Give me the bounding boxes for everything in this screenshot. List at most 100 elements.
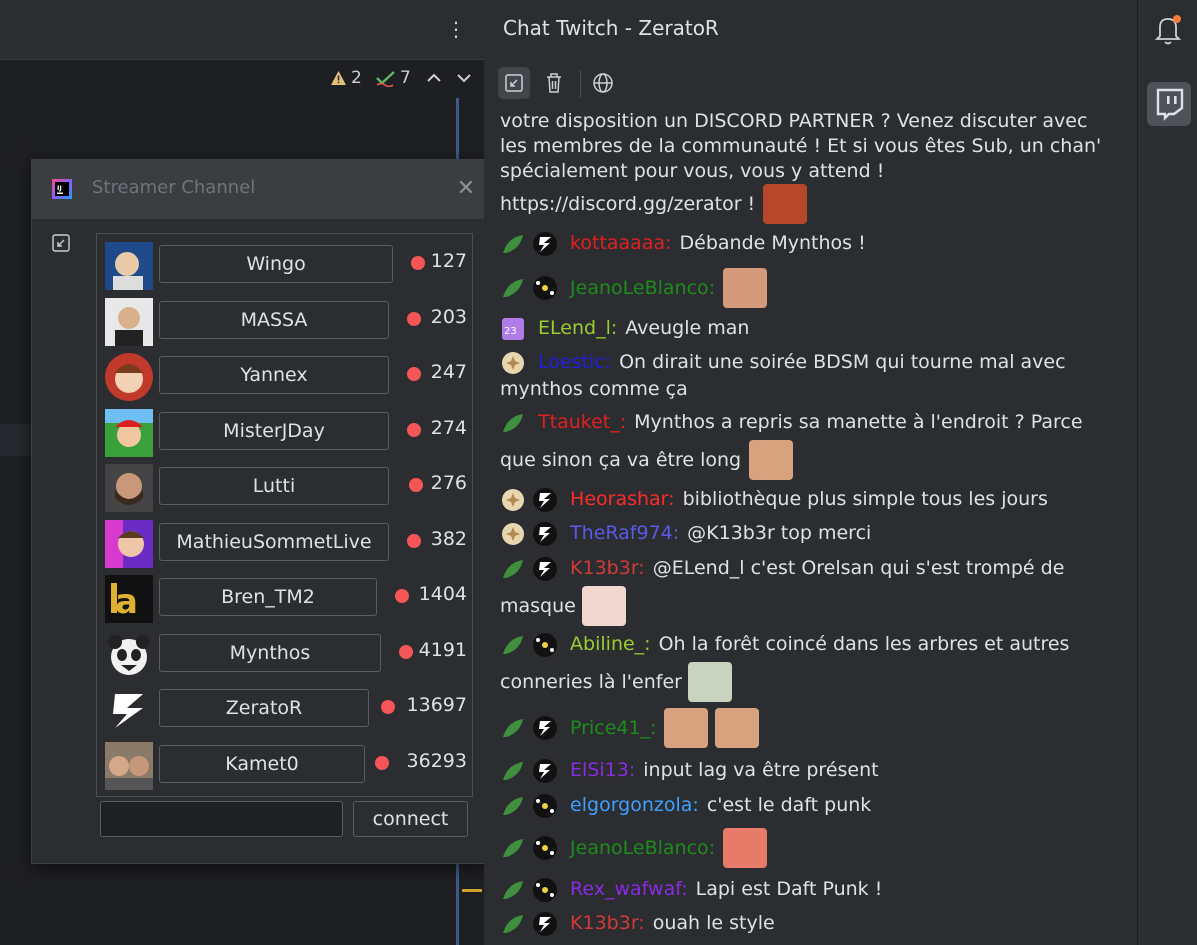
avatar: a xyxy=(105,575,153,623)
avatar xyxy=(105,686,153,734)
streamer-button[interactable]: Yannex xyxy=(159,356,389,394)
message-text: Mynthos a repris sa manette à l'endroit … xyxy=(634,411,1083,433)
username[interactable]: JeanoLeBlanco: xyxy=(570,277,715,299)
username[interactable]: Ttauket_: xyxy=(538,411,626,433)
twitch-icon[interactable] xyxy=(1147,82,1191,126)
username[interactable]: K13b3r: xyxy=(570,557,645,579)
toolbar-separator xyxy=(580,70,581,98)
warnings-indicator[interactable]: 2 xyxy=(330,68,362,88)
avatar xyxy=(105,298,153,346)
viewer-count: 203 xyxy=(430,306,467,328)
zerator-badge-icon xyxy=(533,556,557,581)
message-text: On dirait une soirée BDSM qui tourne mal… xyxy=(619,351,1066,373)
svg-text:23: 23 xyxy=(504,326,517,337)
streamer-row: Wingo 127 xyxy=(105,242,467,292)
live-indicator xyxy=(407,367,421,381)
username[interactable]: ElSi13: xyxy=(570,759,635,781)
username[interactable]: TheRaf974: xyxy=(570,522,679,544)
username[interactable]: JeanoLeBlanco: xyxy=(570,837,715,859)
live-indicator xyxy=(407,423,421,437)
chat-message: Rex_wafwaf: Lapi est Daft Punk ! xyxy=(500,876,1120,903)
emote-icon xyxy=(714,708,759,748)
collapse-arrow-icon[interactable] xyxy=(498,67,530,99)
channel-input[interactable] xyxy=(100,801,343,837)
streamer-row: a Bren_TM2 1404 xyxy=(105,575,467,625)
chat-message: JeanoLeBlanco: xyxy=(500,268,1120,312)
notification-bell-icon[interactable] xyxy=(1152,12,1184,46)
username[interactable]: Abiline_: xyxy=(570,633,651,655)
emote-icon xyxy=(664,708,709,748)
live-indicator xyxy=(381,700,395,714)
emote-icon xyxy=(749,440,794,480)
chat-message: Heorashar: bibliothèque plus simple tous … xyxy=(500,486,1120,513)
username[interactable]: kottaaaaa: xyxy=(570,232,671,254)
calendar-badge-icon: 23 xyxy=(502,317,524,340)
message-text: Aveugle man xyxy=(625,317,750,339)
warning-marker xyxy=(462,889,482,892)
connect-button[interactable]: connect xyxy=(353,801,468,837)
streamer-button[interactable]: Wingo xyxy=(159,245,393,283)
message-text: Débande Mynthos ! xyxy=(679,232,866,254)
streamer-button[interactable]: MathieuSommetLive xyxy=(159,523,389,561)
live-indicator xyxy=(395,589,409,603)
username[interactable]: Loestic: xyxy=(538,351,611,373)
username[interactable]: Rex_wafwaf: xyxy=(570,878,688,900)
username[interactable]: ELend_l: xyxy=(538,317,617,339)
streamer-list[interactable]: Wingo 127 MASSA 203 Yannex 247 MisterJDa… xyxy=(96,233,473,797)
streamer-button[interactable]: Mynthos xyxy=(159,634,381,672)
globe-icon[interactable] xyxy=(587,67,619,99)
chat-message: Ttauket_: Mynthos a repris sa manette à l… xyxy=(500,409,1120,436)
close-icon[interactable]: ✕ xyxy=(454,177,478,201)
streamer-row: MASSA 203 xyxy=(105,298,467,348)
sparkle-badge-icon xyxy=(533,836,557,860)
streamer-button[interactable]: Bren_TM2 xyxy=(159,578,377,616)
viewer-count: 4191 xyxy=(418,639,467,661)
chat-message: K13b3r: ouah le style xyxy=(500,910,1120,937)
tool-window-strip xyxy=(1137,0,1197,945)
chat-messages[interactable]: votre disposition un DISCORD PARTNER ? V… xyxy=(484,108,1137,945)
zerator-badge-icon xyxy=(533,521,557,546)
streamer-button[interactable]: ZeratoR xyxy=(159,689,369,727)
coin-badge-icon xyxy=(502,351,524,374)
coin-badge-icon xyxy=(502,522,524,545)
emote-icon xyxy=(723,268,768,308)
more-options-icon[interactable]: ⋮ xyxy=(446,14,466,44)
chat-message: https://discord.gg/zerator ! xyxy=(500,184,1120,224)
chat-message-text: mynthos comme ça xyxy=(500,378,688,400)
live-indicator xyxy=(399,645,413,659)
streamer-row: MathieuSommetLive 382 xyxy=(105,520,467,570)
username[interactable]: elgorgonzola: xyxy=(570,794,699,816)
chat-link[interactable]: https://discord.gg/zerator ! xyxy=(500,191,755,217)
emote-icon xyxy=(763,184,808,224)
live-indicator xyxy=(407,312,421,326)
streamer-row: MisterJDay 274 xyxy=(105,409,467,459)
leaf-badge-icon xyxy=(503,719,523,737)
message-text: Oh la forêt coincé dans les arbres et au… xyxy=(658,633,1070,655)
emote-icon xyxy=(723,828,768,868)
checks-indicator[interactable]: 7 xyxy=(376,68,411,88)
chat-message: ElSi13: input lag va être présent xyxy=(500,757,1120,784)
streamer-button[interactable]: MisterJDay xyxy=(159,412,389,450)
checks-count: 7 xyxy=(400,68,411,88)
trash-icon[interactable] xyxy=(538,67,570,99)
svg-text:IJ: IJ xyxy=(57,184,62,192)
zerator-badge-icon xyxy=(533,911,557,936)
chevron-down-icon[interactable] xyxy=(454,66,474,90)
username[interactable]: K13b3r: xyxy=(570,912,645,934)
streamer-row: ZeratoR 13697 xyxy=(105,686,467,736)
streamer-button[interactable]: MASSA xyxy=(159,301,389,339)
collapse-arrow-icon[interactable] xyxy=(52,234,70,252)
streamer-button[interactable]: Lutti xyxy=(159,467,389,505)
username[interactable]: Price41_: xyxy=(570,717,656,739)
message-text: ouah le style xyxy=(652,912,775,934)
leaf-badge-icon xyxy=(503,413,523,432)
streamer-button[interactable]: Kamet0 xyxy=(159,745,365,783)
emote-icon xyxy=(687,662,732,702)
chevron-up-icon[interactable] xyxy=(424,66,444,90)
editor-tab-bar xyxy=(0,0,484,60)
chat-message: Price41_: xyxy=(500,708,1120,752)
viewer-count: 13697 xyxy=(406,694,467,716)
username[interactable]: Heorashar: xyxy=(570,488,675,510)
viewer-count: 382 xyxy=(430,528,467,550)
avatar xyxy=(105,242,153,290)
